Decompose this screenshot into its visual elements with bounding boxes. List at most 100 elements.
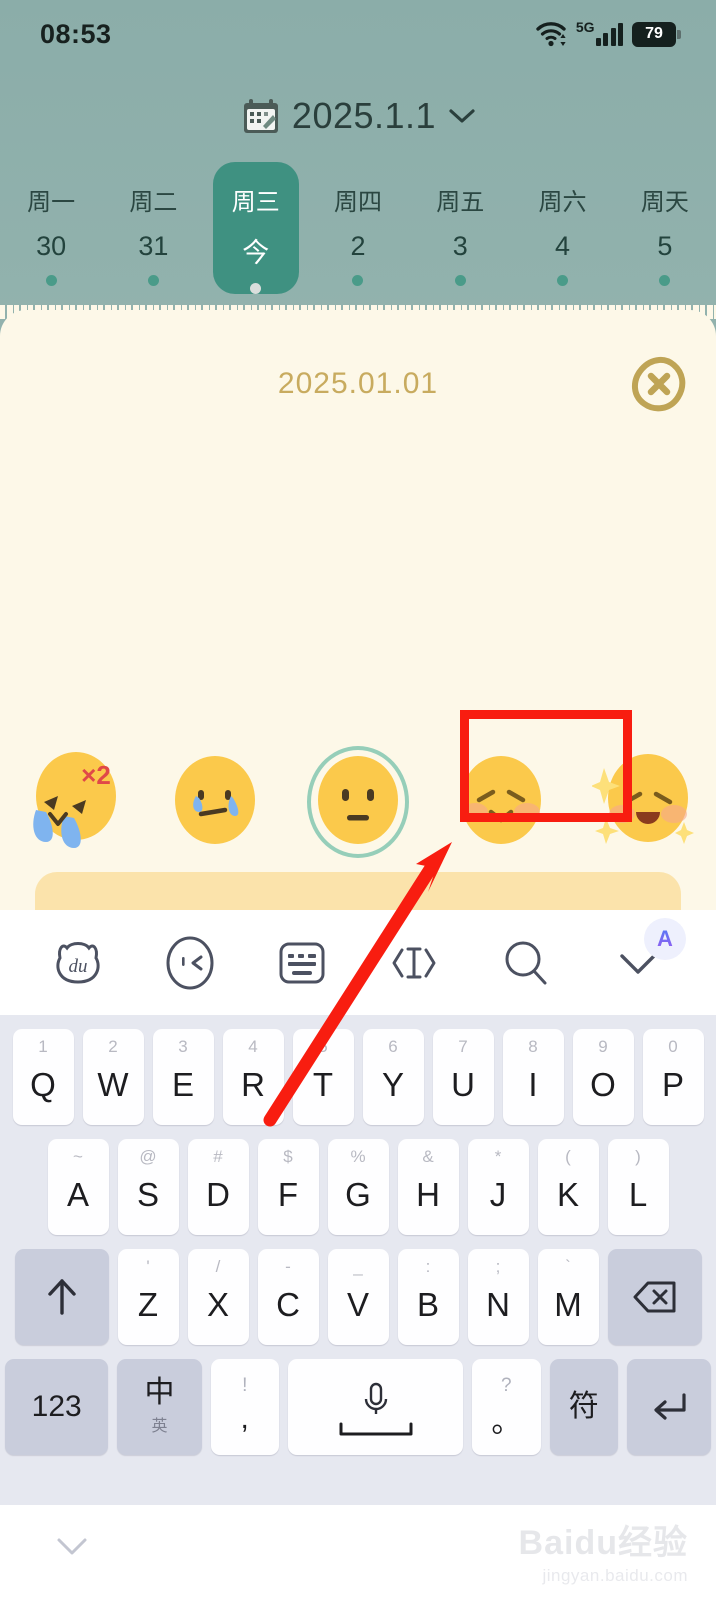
- close-button[interactable]: [630, 355, 688, 413]
- key-main-label: G: [345, 1175, 371, 1213]
- wifi-icon: [536, 22, 566, 47]
- watermark-sub: jingyan.baidu.com: [542, 1566, 688, 1585]
- key-I[interactable]: 8I: [502, 1029, 564, 1125]
- key-comma[interactable]: ! ,: [210, 1359, 279, 1455]
- key-M[interactable]: ` M: [537, 1249, 599, 1345]
- mood-crying-hard[interactable]: ×2: [0, 742, 143, 862]
- mood-selector: ×2: [0, 742, 716, 862]
- ai-assistant-icon[interactable]: A: [644, 918, 686, 960]
- baidu-bear-logo-icon[interactable]: du: [50, 935, 106, 991]
- key-X[interactable]: / X: [187, 1249, 249, 1345]
- key-N[interactable]: ; N: [467, 1249, 529, 1345]
- key-R[interactable]: 4R: [222, 1029, 284, 1125]
- key-J[interactable]: * J: [467, 1139, 529, 1235]
- week-day-2[interactable]: 周二 31: [102, 168, 204, 298]
- key-sup-label: `: [565, 1257, 571, 1276]
- key-U[interactable]: 7U: [432, 1029, 494, 1125]
- mood-happy[interactable]: [430, 742, 573, 862]
- key-A[interactable]: ~ A: [47, 1139, 109, 1235]
- key-G[interactable]: % G: [327, 1139, 389, 1235]
- keyboard-row-2: ~ A @ S # D $ F% G & H * J(K) L: [5, 1139, 711, 1235]
- week-day-5[interactable]: 周五 3: [409, 168, 511, 298]
- week-day-number: 31: [138, 231, 169, 261]
- keyboard-row-4: 123 中 英 ! , ? 。 符: [5, 1359, 711, 1455]
- key-Q[interactable]: 1Q: [12, 1029, 74, 1125]
- status-bar: 08:53 5G 79: [0, 0, 716, 68]
- calendar-icon: [243, 99, 278, 133]
- key-C[interactable]: -C: [257, 1249, 319, 1345]
- key-S[interactable]: @ S: [117, 1139, 179, 1235]
- key-main-label: T: [312, 1065, 334, 1103]
- key-sup-label: 4: [248, 1037, 258, 1056]
- key-sup-label: *: [494, 1147, 502, 1166]
- key-P[interactable]: 0P: [642, 1029, 704, 1125]
- watermark-main: Baidu经验: [518, 1524, 688, 1562]
- status-time: 08:53: [40, 18, 112, 49]
- week-day-name: 周天: [640, 189, 689, 216]
- key-F[interactable]: $ F: [257, 1139, 319, 1235]
- key-Y[interactable]: 6Y: [362, 1029, 424, 1125]
- mood-neutral[interactable]: [286, 742, 429, 862]
- keyboard-bottom-bar: Baidu经验 jingyan.baidu.com: [0, 1505, 716, 1600]
- keyboard-layout-icon[interactable]: [274, 935, 330, 991]
- key-L[interactable]: ) L: [607, 1139, 669, 1235]
- key-enter[interactable]: [626, 1359, 711, 1455]
- key-T[interactable]: 5T: [292, 1029, 354, 1125]
- week-day-name: 周四: [333, 189, 382, 216]
- battery-icon: 79: [632, 21, 681, 47]
- week-day-7[interactable]: 周天 5: [614, 168, 716, 298]
- keyboard-toolbar: A du: [0, 910, 716, 1015]
- chevron-down-icon[interactable]: [55, 1535, 89, 1557]
- key-main-label: D: [206, 1175, 230, 1213]
- key-backspace[interactable]: [607, 1249, 702, 1345]
- cursor-move-icon[interactable]: [386, 935, 442, 991]
- key-period[interactable]: ? 。: [472, 1359, 541, 1455]
- key-V[interactable]: _ V: [327, 1249, 389, 1345]
- key-main-label: V: [346, 1285, 369, 1323]
- week-day-name: 周五: [436, 189, 485, 216]
- key-E[interactable]: 3E: [152, 1029, 214, 1125]
- week-day-1[interactable]: 周一 30: [0, 168, 102, 298]
- week-day-4[interactable]: 周四 2: [307, 168, 409, 298]
- key-main-label: M: [554, 1285, 582, 1323]
- mood-very-happy[interactable]: [573, 742, 716, 862]
- key-numeric[interactable]: 123: [5, 1359, 109, 1455]
- key-sup-label: 2: [108, 1037, 118, 1056]
- key-main-label: L: [628, 1175, 648, 1213]
- key-sup-label: &: [422, 1147, 434, 1166]
- key-main-label: P: [661, 1065, 684, 1103]
- chevron-down-icon[interactable]: [448, 107, 476, 125]
- key-O[interactable]: 9O: [572, 1029, 634, 1125]
- key-main-label: H: [416, 1175, 440, 1213]
- space-bar-icon: [339, 1422, 413, 1436]
- date-header[interactable]: 2025.1.1: [0, 95, 716, 137]
- key-sup-label: /: [215, 1257, 221, 1276]
- key-main-label: Y: [381, 1065, 404, 1103]
- key-sup-label: ': [146, 1257, 150, 1276]
- key-Z[interactable]: ' Z: [117, 1249, 179, 1345]
- key-D[interactable]: # D: [187, 1139, 249, 1235]
- key-shift[interactable]: [14, 1249, 109, 1345]
- key-comma-sup: !: [242, 1375, 248, 1396]
- search-icon[interactable]: [498, 935, 554, 991]
- keyboard-keys: 1Q2W3E4R5T6Y7U8I9O0P ~ A @ S # D $ F% G & H * J(K) L …: [0, 1015, 716, 1505]
- key-symbols[interactable]: 符: [549, 1359, 618, 1455]
- key-language-toggle[interactable]: 中 英: [117, 1359, 202, 1455]
- emoji-face-icon[interactable]: [162, 935, 218, 991]
- key-B[interactable]: :B: [397, 1249, 459, 1345]
- enter-return-icon: [654, 1393, 686, 1420]
- week-day-number: 5: [657, 231, 673, 261]
- mood-entry-card: 2025.01.01 ×2 现在感觉怎么样... 0 保存: [0, 310, 716, 1126]
- key-W[interactable]: 2W: [82, 1029, 144, 1125]
- key-space[interactable]: [287, 1359, 464, 1455]
- key-H[interactable]: & H: [397, 1139, 459, 1235]
- key-K[interactable]: (K: [537, 1139, 599, 1235]
- key-sup-label: ~: [73, 1147, 83, 1166]
- key-main-label: A: [66, 1175, 89, 1213]
- mood-sad[interactable]: [143, 742, 286, 862]
- week-day-6[interactable]: 周六 4: [511, 168, 613, 298]
- key-main-label: B: [416, 1285, 439, 1323]
- week-day-3[interactable]: 周三今: [205, 162, 307, 298]
- week-day-name: 周二: [129, 189, 178, 216]
- key-sup-label: (: [565, 1147, 571, 1166]
